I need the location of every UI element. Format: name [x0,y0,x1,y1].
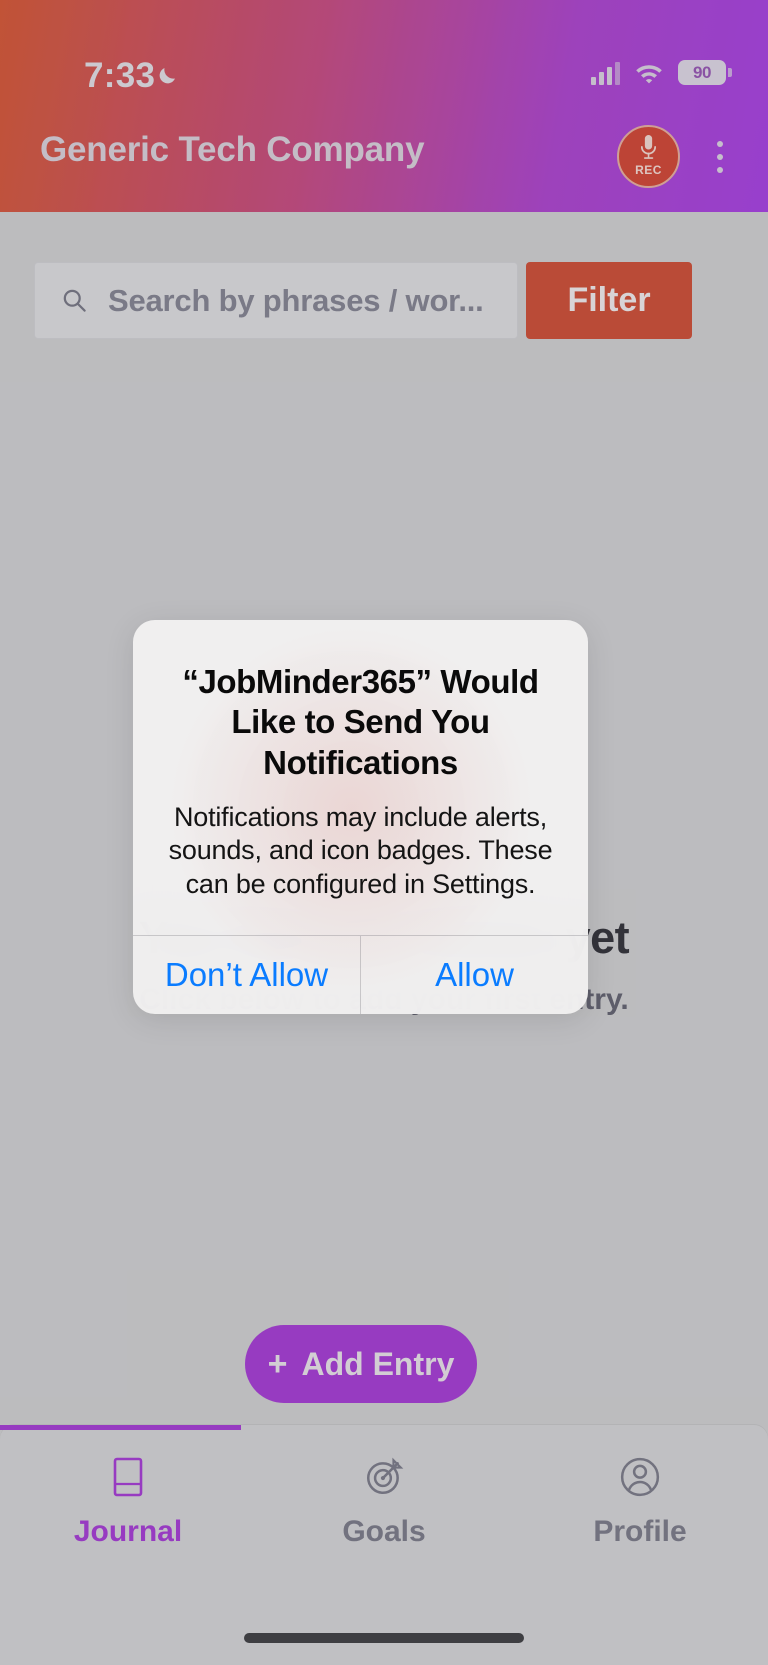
add-entry-label: Add Entry [301,1345,455,1382]
status-bar-indicators: 90 [591,60,732,85]
battery-indicator: 90 [678,60,732,85]
microphone-icon [640,134,657,159]
tab-journal-label: Journal [73,1515,183,1548]
search-input[interactable]: Search by phrases / wor... [34,262,518,339]
dialog-title: “JobMinder365” Would Like to Send You No… [182,663,539,781]
dialog-message: Notifications may include alerts, sounds… [168,801,553,899]
wifi-icon [636,64,662,83]
target-icon [360,1453,408,1501]
plus-icon: + [267,1345,288,1383]
search-row: Search by phrases / wor... Filter [34,262,734,339]
dont-allow-button[interactable]: Don’t Allow [133,936,361,1015]
person-circle-icon [616,1453,664,1501]
notification-permission-dialog: “JobMinder365” Would Like to Send You No… [133,620,588,1015]
status-bar-time: 7:33 [84,56,156,95]
tab-goals-label: Goals [342,1515,426,1548]
active-tab-indicator [0,1425,241,1430]
tab-goals[interactable]: Goals [256,1453,512,1549]
page-title: Generic Tech Company [40,130,425,169]
record-button-label: REC [635,162,662,177]
add-entry-button[interactable]: + Add Entry [245,1325,477,1403]
allow-button[interactable]: Allow [361,936,588,1014]
cellular-signal-icon [591,61,620,85]
kebab-menu-icon[interactable] [702,132,738,182]
phone-screen: 7:33 90 Generic Tech Company REC Search … [0,0,768,1665]
status-bar: 7:33 90 [0,28,768,95]
tab-journal[interactable]: Journal [0,1453,256,1549]
search-input-placeholder: Search by phrases / wor... [108,282,484,318]
tab-profile-label: Profile [593,1515,687,1548]
record-button[interactable]: REC [617,125,680,188]
book-icon [104,1453,152,1501]
battery-percent: 90 [693,62,711,82]
app-header: 7:33 90 Generic Tech Company REC [0,0,768,212]
search-icon [63,289,86,312]
crescent-moon-icon [159,68,175,84]
bottom-tab-bar: Journal Goals Profile [0,1425,768,1665]
filter-button[interactable]: Filter [526,262,692,339]
tab-profile[interactable]: Profile [512,1453,768,1549]
home-indicator [244,1633,524,1643]
dialog-actions: Don’t Allow Allow [133,935,588,1015]
